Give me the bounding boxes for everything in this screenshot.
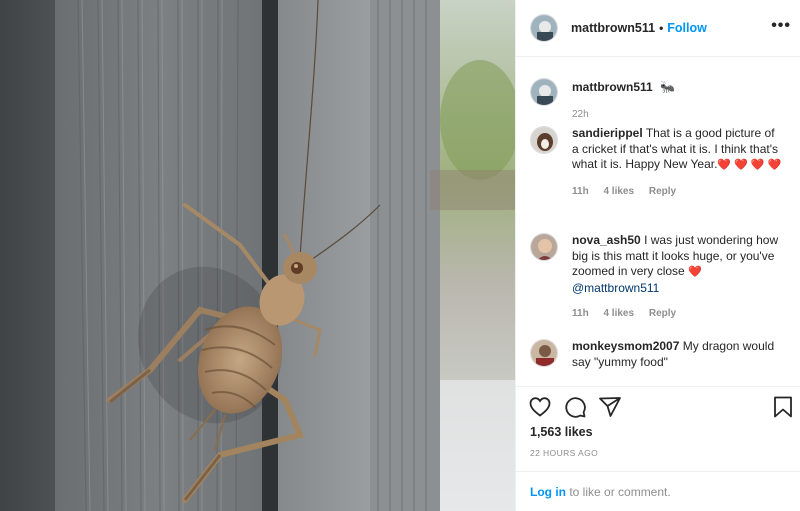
login-link[interactable]: Log in <box>530 485 566 499</box>
comment-avatar[interactable] <box>530 233 558 261</box>
comment-likes[interactable]: 4 likes <box>603 308 634 319</box>
login-prompt: Log in to like or comment. <box>516 471 800 511</box>
comment-username[interactable]: nova_ash50 <box>572 233 641 247</box>
post-actions: 1,563 likes 22 HOURS AGO Log in to like … <box>516 386 800 511</box>
follow-button[interactable]: Follow <box>667 21 707 35</box>
comment-username[interactable]: monkeysmom2007 <box>572 339 679 353</box>
comment-time[interactable]: 11h <box>572 186 589 197</box>
author-avatar[interactable] <box>530 14 558 42</box>
post-dialog: mattbrown511 • Follow ••• mattbrown511 🐜… <box>0 0 800 511</box>
heart-emoji: ❤️ <box>688 266 702 278</box>
caption-time[interactable]: 22h <box>572 109 589 120</box>
author-username[interactable]: mattbrown511 <box>571 21 655 35</box>
bookmark-icon[interactable] <box>771 395 795 419</box>
post-timestamp[interactable]: 22 HOURS AGO <box>530 448 598 458</box>
comment-meta: 11h 4 likes Reply <box>572 184 784 200</box>
comment-icon[interactable] <box>563 395 587 419</box>
caption-username[interactable]: mattbrown511 <box>572 80 653 94</box>
comment-avatar[interactable] <box>530 126 558 154</box>
comment-item: monkeysmom2007 My dragon would say "yumm… <box>530 339 792 370</box>
comment-time[interactable]: 11h <box>572 308 589 319</box>
comment-body: monkeysmom2007 My dragon would say "yumm… <box>572 339 784 370</box>
post-header: mattbrown511 • Follow ••• <box>516 0 800 57</box>
like-count[interactable]: 1,563 likes <box>530 425 593 439</box>
comment-avatar[interactable] <box>530 339 558 367</box>
ant-emoji: 🐜 <box>660 80 675 94</box>
comment-meta: 11h 4 likes Reply <box>572 306 784 322</box>
comment-body: sandierippel That is a good picture of a… <box>572 126 784 199</box>
reply-button[interactable]: Reply <box>649 308 676 319</box>
caption-meta: 22h <box>572 107 784 123</box>
login-suffix: to like or comment. <box>566 485 671 499</box>
caption-item: mattbrown511 🐜 22h <box>530 78 792 122</box>
reply-button[interactable]: Reply <box>649 186 676 197</box>
comment-body: nova_ash50 I was just wondering how big … <box>572 233 784 322</box>
mention-link[interactable]: @mattbrown511 <box>572 281 659 295</box>
comment-item: nova_ash50 I was just wondering how big … <box>530 233 792 322</box>
share-icon[interactable] <box>598 395 622 419</box>
heart-emoji: ❤️ ❤️ ❤️ ❤️ <box>717 159 782 171</box>
post-sidebar: mattbrown511 • Follow ••• mattbrown511 🐜… <box>515 0 800 511</box>
cricket-photo-image <box>0 0 515 511</box>
more-options-icon[interactable]: ••• <box>771 18 791 34</box>
comment-item: sandierippel That is a good picture of a… <box>530 126 792 199</box>
action-icons <box>528 395 792 421</box>
caption-body: mattbrown511 🐜 22h <box>572 78 784 122</box>
comments-list[interactable]: mattbrown511 🐜 22h sandierippel That is … <box>516 58 800 386</box>
post-photo[interactable] <box>0 0 515 511</box>
caption-avatar[interactable] <box>530 78 558 106</box>
comment-likes[interactable]: 4 likes <box>603 186 634 197</box>
separator-dot: • <box>659 21 664 35</box>
heart-icon[interactable] <box>528 395 552 419</box>
comment-username[interactable]: sandierippel <box>572 126 643 140</box>
